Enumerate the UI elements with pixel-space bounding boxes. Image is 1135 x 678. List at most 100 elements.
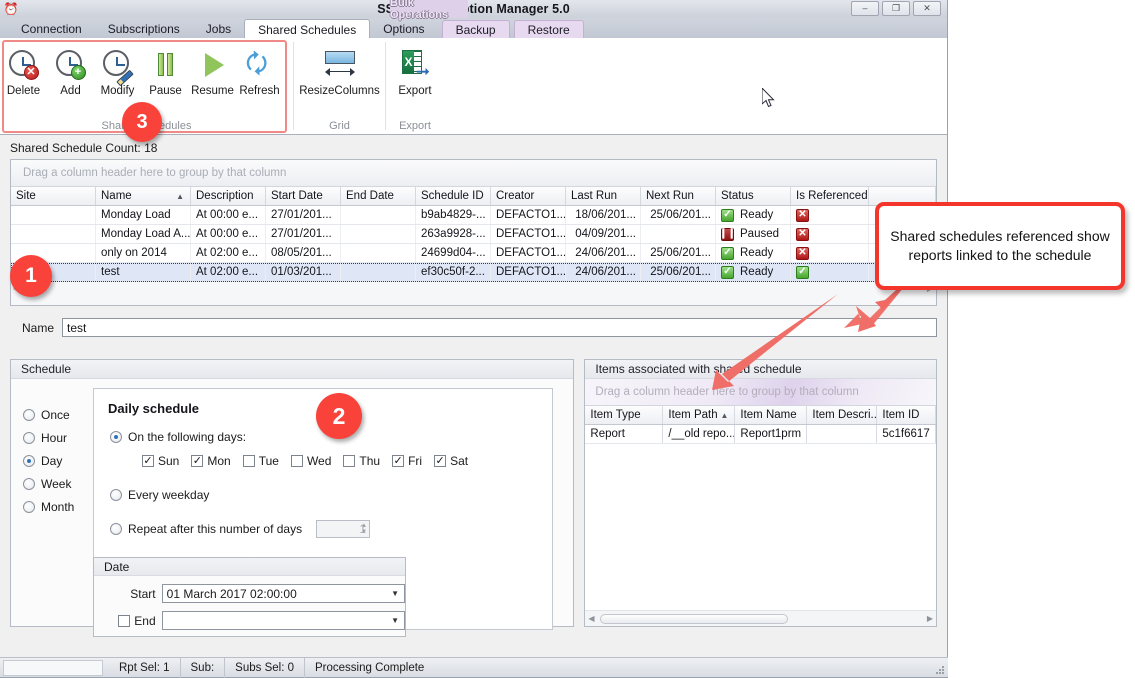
chevron-down-icon[interactable]: ▼	[391, 616, 399, 625]
ribbon-group-label-export: Export	[399, 120, 431, 132]
cell-schedule-id: b9ab4829-...	[416, 206, 491, 224]
pause-icon	[149, 48, 183, 82]
checkbox-thu[interactable]: Thu	[343, 454, 380, 468]
refresh-button[interactable]: 🗘 Refresh	[236, 44, 283, 98]
name-input[interactable]	[62, 318, 937, 337]
table-row[interactable]: Monday Load At 00:00 e... 27/01/201... b…	[11, 206, 936, 225]
cell-name: Monday Load	[96, 206, 191, 224]
cell-last-run: 24/06/201...	[566, 263, 641, 281]
end-date-checkbox[interactable]	[118, 614, 131, 627]
modify-button[interactable]: Modify	[94, 44, 141, 97]
column-header-description[interactable]: Description	[191, 187, 266, 205]
checkbox-wed[interactable]: Wed	[290, 454, 331, 468]
scrollbar-track[interactable]	[598, 613, 924, 624]
end-date-picker[interactable]: ▼	[161, 611, 405, 630]
table-row[interactable]: only on 2014 At 02:00 e... 08/05/201... …	[11, 244, 936, 263]
resize-columns-button[interactable]: ResizeColumns	[296, 44, 384, 97]
cell-start-date: 27/01/201...	[266, 225, 341, 243]
cell-schedule-id: 24699d04-...	[416, 244, 491, 262]
radio-week[interactable]: Week	[23, 477, 74, 491]
column-header-end-date[interactable]: End Date	[341, 187, 416, 205]
column-header-item-path[interactable]: Item Path ▲	[663, 406, 736, 424]
title-bar: ⏰ SSRS Subscription Manager 5.0 – ❐ ✕	[0, 0, 947, 18]
grid-horizontal-scrollbar[interactable]: ◀ ▶	[11, 282, 936, 305]
export-button[interactable]: X ➞ Export	[392, 44, 439, 97]
chevron-down-icon[interactable]: ▼	[391, 589, 399, 598]
column-header-creator[interactable]: Creator	[491, 187, 566, 205]
delete-button[interactable]: ✕ Delete	[0, 44, 47, 97]
scrollbar-thumb[interactable]	[599, 613, 788, 624]
table-row[interactable]: test At 02:00 e... 01/03/201... ef30c50f…	[11, 263, 936, 282]
column-header-item-name[interactable]: Item Name	[735, 406, 808, 424]
not-referenced-icon: ✕	[796, 227, 809, 241]
checkbox-icon-checked: ✓	[434, 454, 447, 467]
cell-status: ✓ Ready	[716, 263, 791, 281]
resume-button[interactable]: Resume	[189, 44, 236, 97]
schedule-panel: Schedule Once Hour Day Week Month Daily …	[10, 359, 575, 637]
checkbox-fri[interactable]: ✓ Fri	[392, 454, 422, 468]
grid-group-panel[interactable]: Drag a column header here to group by th…	[11, 160, 936, 187]
column-header-is-referenced[interactable]: Is Referenced	[791, 187, 869, 205]
checkbox-sun[interactable]: ✓ Sun	[142, 454, 179, 468]
radio-icon	[23, 501, 35, 513]
date-group: Date Start 01 March 2017 02:00:00 ▼ End	[93, 557, 406, 637]
column-header-start-date[interactable]: Start Date	[266, 187, 341, 205]
checkbox-mon[interactable]: ✓ Mon	[191, 454, 231, 468]
tab-restore[interactable]: Restore	[513, 20, 584, 39]
cell-creator: DEFACTO1...	[491, 263, 566, 281]
tab-jobs[interactable]: Jobs	[193, 19, 244, 38]
tab-backup[interactable]: Backup	[441, 20, 510, 39]
not-referenced-icon: ✕	[796, 246, 809, 260]
maximize-button[interactable]: ❐	[882, 1, 910, 16]
tab-subscriptions[interactable]: Subscriptions	[95, 19, 193, 38]
items-horizontal-scrollbar[interactable]: ◀ ▶	[585, 610, 936, 626]
column-header-site[interactable]: Site	[11, 187, 96, 205]
column-header-status[interactable]: Status	[716, 187, 791, 205]
resize-grip-icon[interactable]	[933, 663, 945, 675]
start-date-picker[interactable]: 01 March 2017 02:00:00 ▼	[161, 584, 405, 603]
column-header-item-description[interactable]: Item Descri...	[807, 406, 878, 424]
repeat-days-spinner[interactable]: 1 ▲ ▼	[316, 520, 371, 538]
radio-icon	[110, 523, 122, 535]
tab-shared-schedules[interactable]: Shared Schedules	[244, 19, 371, 39]
column-header-name[interactable]: Name ▲	[96, 187, 191, 205]
clock-delete-icon: ✕	[7, 48, 41, 82]
column-header-item-type[interactable]: Item Type	[585, 406, 664, 424]
scroll-left-icon[interactable]: ◀	[588, 614, 594, 623]
spinner-arrows-icon[interactable]: ▲ ▼	[361, 523, 367, 535]
radio-month[interactable]: Month	[23, 500, 74, 514]
schedule-panel-caption: Schedule	[11, 360, 574, 379]
items-panel: Items associated with shared schedule Dr…	[584, 359, 937, 627]
ribbon-group-label-grid: Grid	[329, 120, 350, 132]
pause-button[interactable]: Pause	[142, 44, 189, 97]
start-date-row: Start 01 March 2017 02:00:00 ▼	[94, 584, 405, 603]
checkbox-tue[interactable]: Tue	[242, 454, 279, 468]
table-row[interactable]: Monday Load A... At 00:00 e... 27/01/201…	[11, 225, 936, 244]
radio-every-weekday[interactable]: Every weekday	[110, 488, 552, 502]
clock-modify-icon	[101, 48, 135, 87]
tab-options[interactable]: Options	[370, 19, 437, 38]
cell-next-run: 25/06/201...	[641, 244, 716, 262]
column-header-item-id[interactable]: Item ID	[877, 406, 936, 424]
checkbox-icon-checked: ✓	[392, 454, 405, 467]
radio-hour[interactable]: Hour	[23, 431, 74, 445]
radio-once[interactable]: Once	[23, 408, 74, 422]
items-group-panel[interactable]: Drag a column header here to group by th…	[585, 379, 936, 406]
cell-next-run: 25/06/201...	[641, 206, 716, 224]
add-button[interactable]: + Add	[47, 44, 94, 97]
scroll-right-icon[interactable]: ▶	[927, 614, 933, 623]
column-header-next-run[interactable]: Next Run	[641, 187, 716, 205]
column-header-last-run[interactable]: Last Run	[566, 187, 641, 205]
cell-is-referenced: ✕	[791, 225, 869, 243]
cell-is-referenced: ✕	[791, 244, 869, 262]
close-button[interactable]: ✕	[913, 1, 941, 16]
column-header-schedule-id[interactable]: Schedule ID	[416, 187, 491, 205]
play-icon	[196, 48, 230, 82]
minimize-button[interactable]: –	[851, 1, 879, 16]
radio-day[interactable]: Day	[23, 454, 74, 468]
checkbox-sat[interactable]: ✓ Sat	[434, 454, 468, 468]
tab-connection[interactable]: Connection	[8, 19, 95, 38]
radio-repeat-days[interactable]: Repeat after this number of days 1 ▲ ▼	[110, 520, 552, 538]
annotation-badge-1: 1	[10, 255, 52, 297]
table-row[interactable]: Report /__old repo... Report1prm 5c1f661…	[585, 425, 936, 444]
